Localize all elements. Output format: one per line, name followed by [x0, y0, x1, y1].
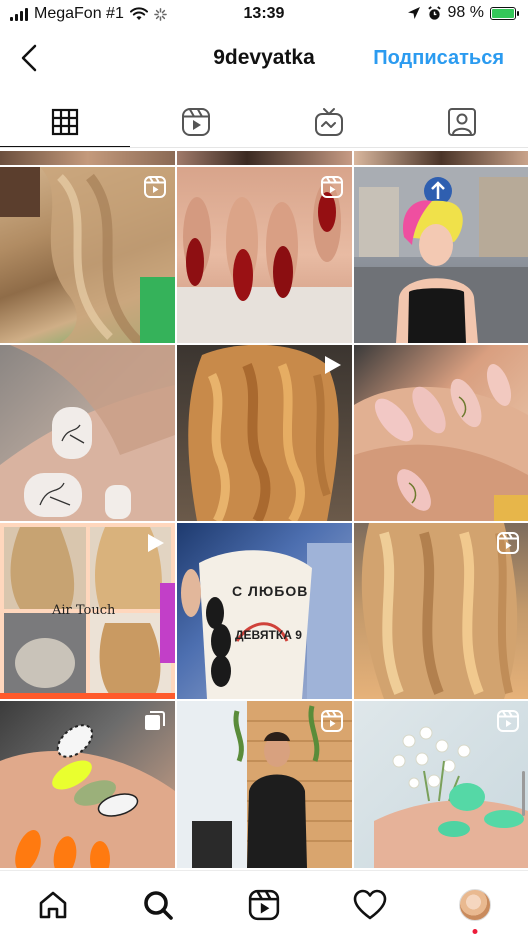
- tab-tagged[interactable]: [395, 96, 528, 148]
- home-icon: [39, 891, 67, 919]
- search-icon: [144, 891, 174, 920]
- grid-post-partial[interactable]: [0, 151, 175, 165]
- battery-percent: 98 %: [447, 4, 484, 21]
- reels-icon: [248, 889, 280, 921]
- status-right: 98 %: [407, 4, 519, 22]
- heart-icon: [353, 889, 386, 920]
- tab-igtv[interactable]: [263, 96, 396, 148]
- grid-post[interactable]: [177, 345, 352, 521]
- scrollbar[interactable]: [522, 771, 525, 816]
- grid-post[interactable]: [354, 167, 528, 343]
- reels-icon: [182, 108, 211, 136]
- grid-post-partial[interactable]: [177, 151, 352, 165]
- nail-art-line-drawing-image: [0, 345, 175, 521]
- grid-post[interactable]: [354, 523, 528, 699]
- reels-badge-icon: [321, 176, 343, 198]
- grid-post[interactable]: [0, 345, 175, 521]
- reels-badge-icon: [497, 532, 519, 554]
- grid-icon: [51, 108, 79, 136]
- cup-text-bottom: ДЕВЯТКА 9: [235, 628, 302, 642]
- nav-home[interactable]: [0, 871, 106, 939]
- grid-post[interactable]: [177, 167, 352, 343]
- nav-search[interactable]: [106, 871, 212, 939]
- profile-tabs: [0, 96, 528, 148]
- cup-text-top: С ЛЮБОВ: [232, 583, 309, 599]
- nav-activity[interactable]: [317, 871, 423, 939]
- profile-header: 9devyatka Подписаться: [0, 36, 528, 82]
- reels-badge-icon: [497, 710, 519, 732]
- grid-post[interactable]: С ЛЮБОВ ДЕВЯТКА 9: [177, 523, 352, 699]
- tagged-icon: [447, 108, 476, 136]
- grid-post[interactable]: [0, 167, 175, 343]
- nav-reels[interactable]: [211, 871, 317, 939]
- bottom-nav: [0, 870, 528, 939]
- grid-post[interactable]: [177, 701, 352, 868]
- notification-dot: [472, 929, 478, 934]
- location-arrow-icon: [407, 7, 420, 19]
- grid-post[interactable]: [354, 701, 528, 868]
- grid-post[interactable]: [0, 701, 175, 868]
- carousel-badge-icon: [145, 711, 165, 730]
- tab-reels[interactable]: [130, 96, 263, 148]
- tab-grid[interactable]: [0, 96, 130, 148]
- pink-yellow-haircut-image: [354, 167, 528, 343]
- tabs-divider: [0, 147, 528, 148]
- coffee-cup-nails-image: [181, 543, 352, 699]
- grid-post-partial[interactable]: [354, 151, 528, 165]
- floral-nails-image: [354, 364, 528, 521]
- battery-level: [492, 8, 514, 18]
- profile-avatar: [459, 889, 492, 921]
- posts-grid: Air Touch С ЛЮБОВ ДЕВЯТКА 9: [0, 151, 528, 868]
- grid-post[interactable]: [354, 345, 528, 521]
- reels-badge-icon: [144, 176, 166, 198]
- follow-button[interactable]: Подписаться: [373, 47, 504, 70]
- battery-icon: [490, 6, 519, 20]
- play-video-icon: [325, 356, 341, 374]
- reels-badge-icon: [321, 710, 343, 732]
- grid-post[interactable]: Air Touch: [0, 523, 175, 699]
- nav-profile[interactable]: [422, 871, 528, 939]
- igtv-icon: [315, 108, 343, 136]
- status-bar: MegaFon #1 13:39 98 %: [0, 0, 528, 30]
- alarm-icon: [427, 5, 441, 20]
- play-video-icon: [148, 534, 164, 552]
- collage-caption: Air Touch: [52, 603, 116, 618]
